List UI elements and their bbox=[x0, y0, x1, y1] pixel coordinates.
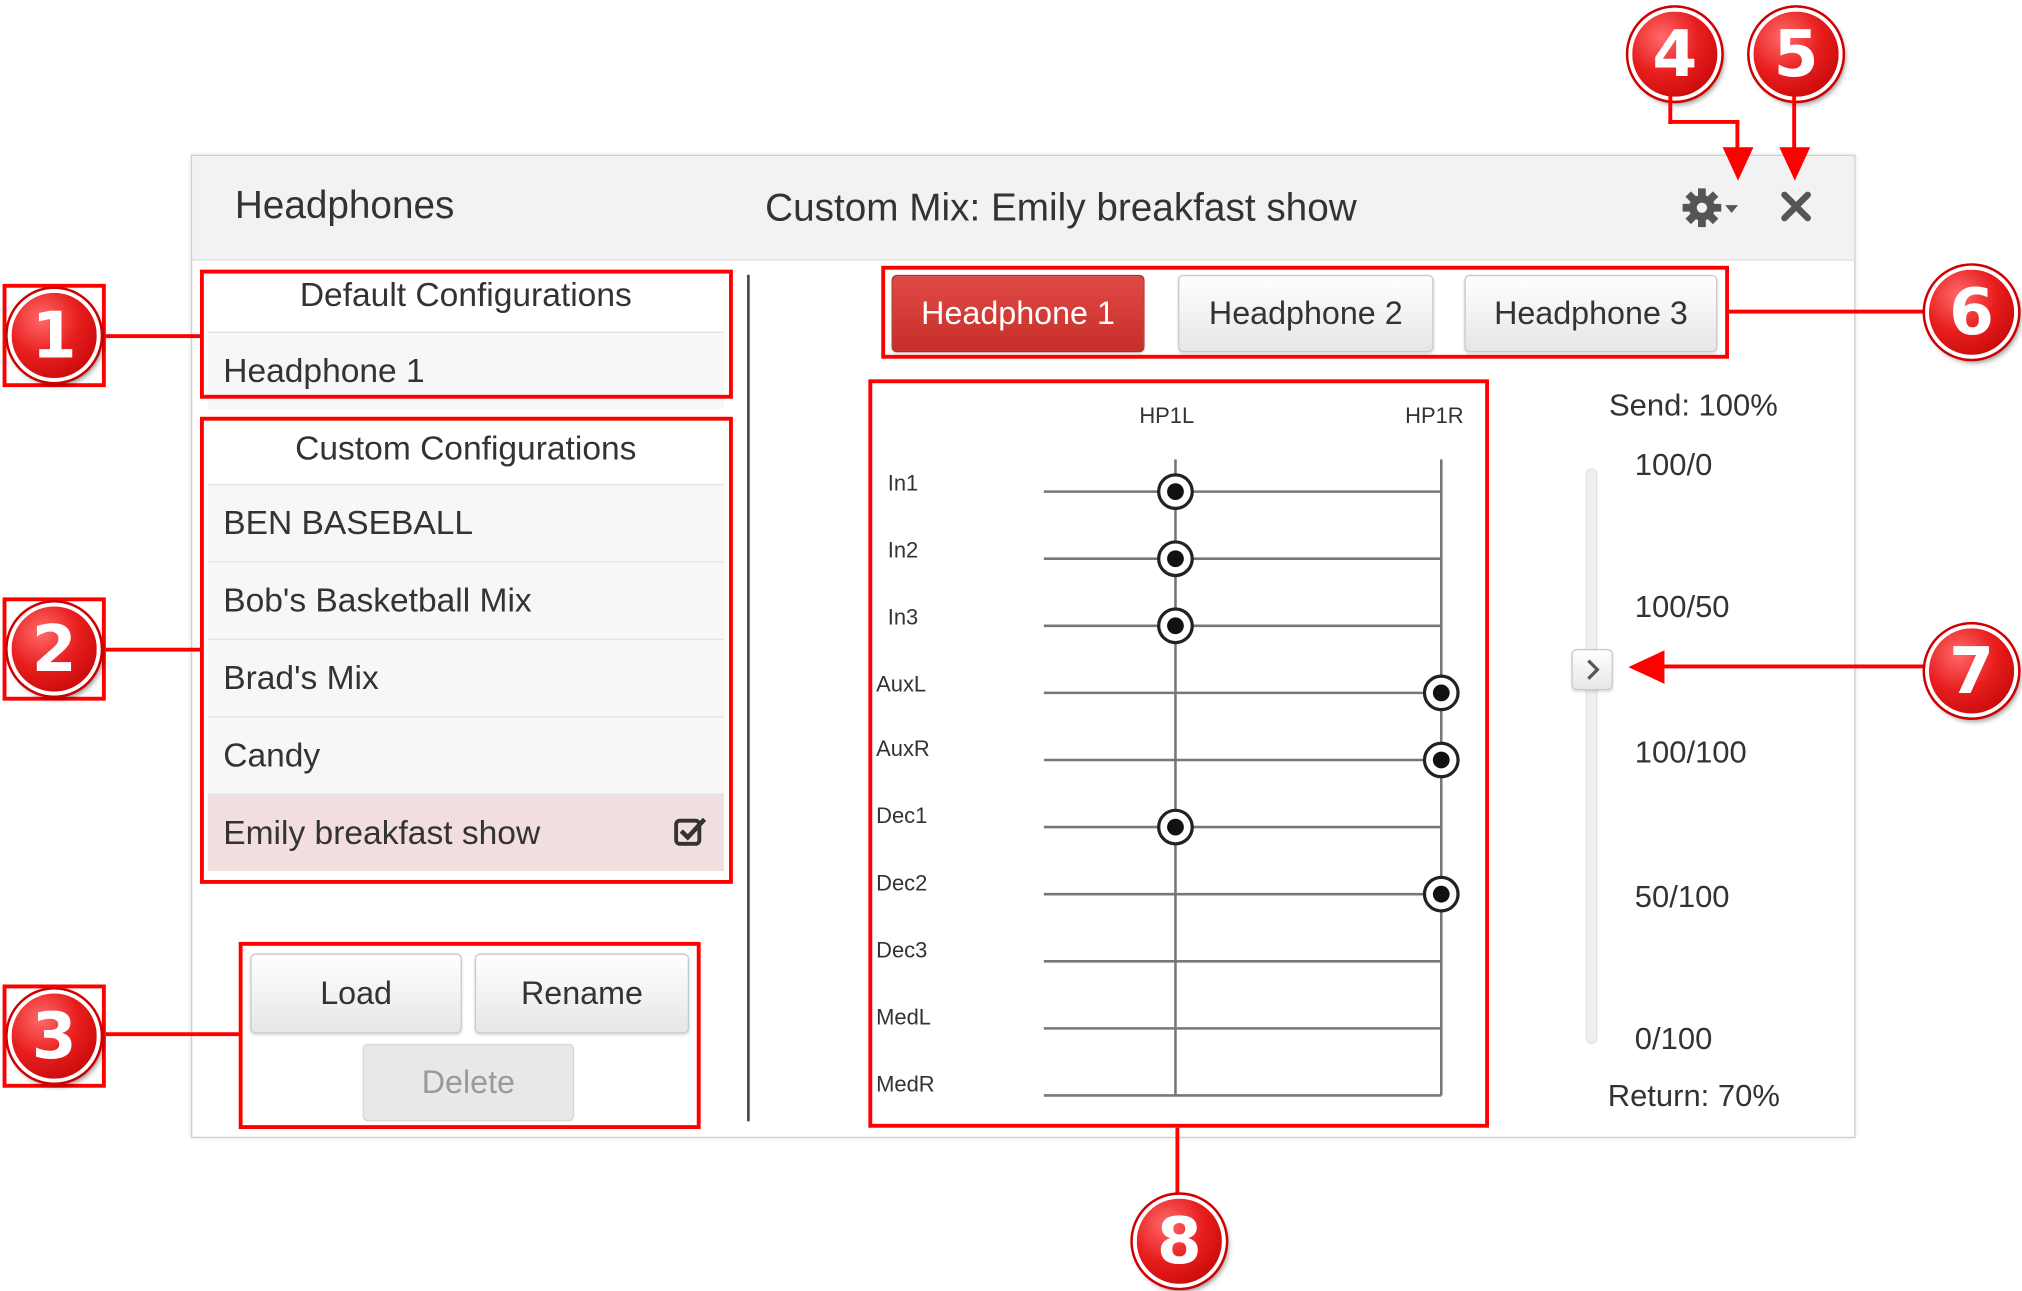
callout-line bbox=[1175, 1127, 1180, 1200]
callout-line bbox=[105, 334, 203, 339]
mix-slider-handle[interactable] bbox=[1571, 649, 1613, 691]
close-button[interactable] bbox=[1779, 190, 1813, 224]
caret-down-icon bbox=[1725, 205, 1739, 213]
callout-badge: 4 bbox=[1628, 7, 1722, 101]
return-label: Return: 70% bbox=[1607, 1078, 1780, 1114]
callout-badge: 6 bbox=[1925, 265, 2019, 359]
mix-scale-label: 100/50 bbox=[1634, 589, 1730, 625]
callout-box-custom-configs bbox=[199, 416, 733, 884]
callout-line bbox=[1729, 309, 1929, 314]
chevron-right-icon bbox=[1587, 659, 1600, 680]
callout-line bbox=[1661, 664, 1931, 669]
dialog-titlebar: Headphones Custom Mix: Emily breakfast s… bbox=[192, 156, 1855, 261]
mix-slider-track[interactable] bbox=[1585, 468, 1598, 1044]
mix-title: Custom Mix: Emily breakfast show bbox=[765, 187, 1357, 230]
callout-line bbox=[1792, 95, 1797, 153]
callout-arrowhead bbox=[1722, 147, 1754, 181]
callout-line bbox=[105, 647, 203, 652]
callout-box-actions bbox=[238, 941, 701, 1130]
gear-icon bbox=[1682, 188, 1739, 228]
callout-line bbox=[1668, 119, 1740, 124]
dialog-title: Headphones bbox=[234, 184, 455, 228]
callout-box-matrix bbox=[868, 379, 1490, 1128]
callout-badge: 3 bbox=[7, 989, 101, 1083]
callout-badge: 2 bbox=[7, 602, 101, 696]
mix-scale-label: 50/100 bbox=[1634, 879, 1730, 915]
callout-box-default-configs bbox=[199, 269, 733, 399]
panel-divider bbox=[747, 274, 750, 1122]
mix-scale-label: 0/100 bbox=[1634, 1021, 1713, 1057]
callout-badge: 1 bbox=[7, 289, 101, 382]
settings-dropdown-button[interactable] bbox=[1682, 185, 1742, 231]
send-label: Send: 100% bbox=[1609, 388, 1778, 424]
callout-badge: 7 bbox=[1925, 624, 2019, 718]
callout-badge: 5 bbox=[1749, 7, 1843, 101]
mix-scale-label: 100/0 bbox=[1634, 447, 1713, 483]
close-icon bbox=[1781, 191, 1811, 222]
callout-line bbox=[105, 1032, 242, 1037]
mix-scale-label: 100/100 bbox=[1634, 735, 1747, 771]
callout-badge: 8 bbox=[1132, 1194, 1226, 1288]
callout-box-tabs bbox=[881, 265, 1730, 359]
callout-arrowhead bbox=[1779, 147, 1811, 181]
